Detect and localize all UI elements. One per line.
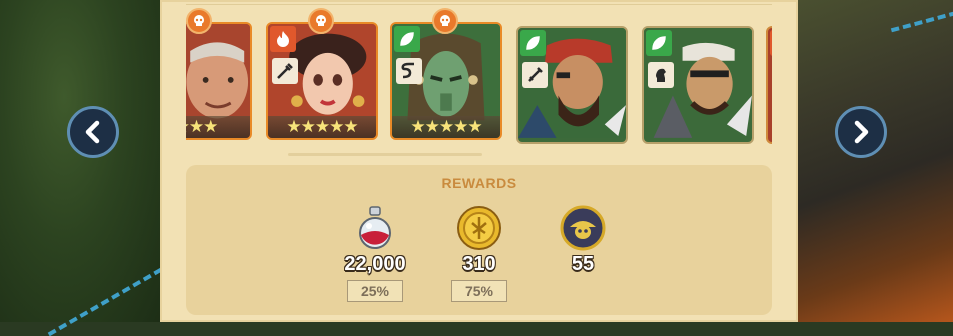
star-rating: ★★★ [186,116,250,138]
serpent-class-icon [396,58,422,84]
chevron-left-icon [85,120,100,144]
hero-card[interactable] [516,26,628,144]
gold-coin-icon [456,205,502,251]
star-rating: ★★★★★ [392,116,500,138]
rewards-panel: REWARDS 22,000 25% 310 75% 55 [186,165,772,315]
hero-card[interactable] [766,26,772,144]
reward-percent: 25% [347,280,403,302]
map-background-right [795,0,953,322]
reward-percent: 75% [451,280,507,302]
map-background-left [0,0,160,322]
reward-amount: 22,000 [344,253,406,275]
sword-class-icon [522,62,548,88]
leaf-element-icon [520,30,546,56]
hero-card[interactable]: ★★★★★ [266,22,378,140]
reward-amount: 55 [571,253,595,275]
next-button[interactable] [835,106,887,158]
hero-carousel: ★★ ★ ★★★★ ★★★★★ [186,0,772,160]
reward-amount: 310 [462,253,496,275]
hero-card[interactable]: ★★★★★ [390,22,502,140]
knight-class-icon [648,62,674,88]
fire-element-icon [770,30,772,56]
potion-icon [352,205,398,251]
skull-icon [432,8,458,34]
chevron-right-icon [854,120,869,144]
skull-icon [308,8,334,34]
star-rating: ★★★★★ [268,116,376,138]
leaf-element-icon [646,30,672,56]
leaf-element-icon [394,26,420,52]
previous-button[interactable] [67,106,119,158]
reward-item: 310 75% [434,205,524,302]
hero-card[interactable] [642,26,754,144]
pirate-token-icon [560,205,606,251]
reward-item: 22,000 25% [330,205,420,302]
reward-item: 55 [538,205,628,276]
skull-icon [186,8,212,34]
carousel-scroll-indicator [288,153,482,156]
dagger-class-icon [272,58,298,84]
rewards-title: REWARDS [441,175,517,191]
hero-card[interactable]: ★★★ [186,22,252,140]
fire-element-icon [270,26,296,52]
